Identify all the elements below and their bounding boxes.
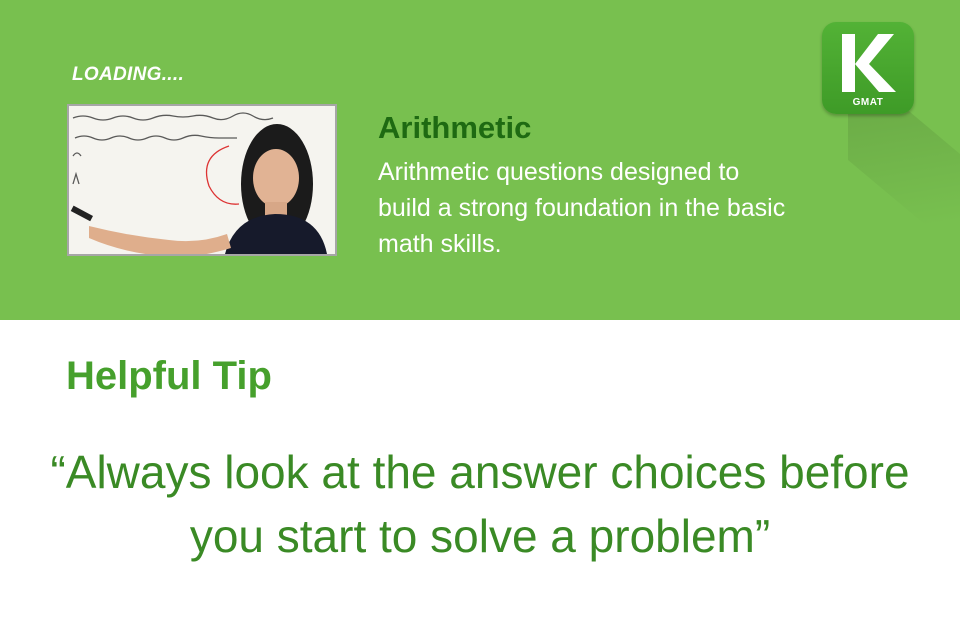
logo-subtext: GMAT — [852, 97, 884, 108]
kaplan-logo-icon[interactable]: GMAT — [822, 22, 914, 114]
video-thumbnail[interactable] — [67, 104, 337, 256]
video-still-image — [69, 106, 335, 254]
k-letter-icon — [842, 34, 896, 92]
helpful-tip-quote: “Always look at the answer choices befor… — [50, 446, 910, 562]
topic-title: Arithmetic — [378, 110, 532, 145]
topic-description: Arithmetic questions designed to build a… — [378, 158, 786, 258]
loading-label: LOADING.... — [72, 64, 185, 85]
helpful-tip-heading: Helpful Tip — [66, 354, 272, 398]
top-banner: GMAT LOADING.... Arithmetic Arithmetic q… — [0, 0, 960, 320]
